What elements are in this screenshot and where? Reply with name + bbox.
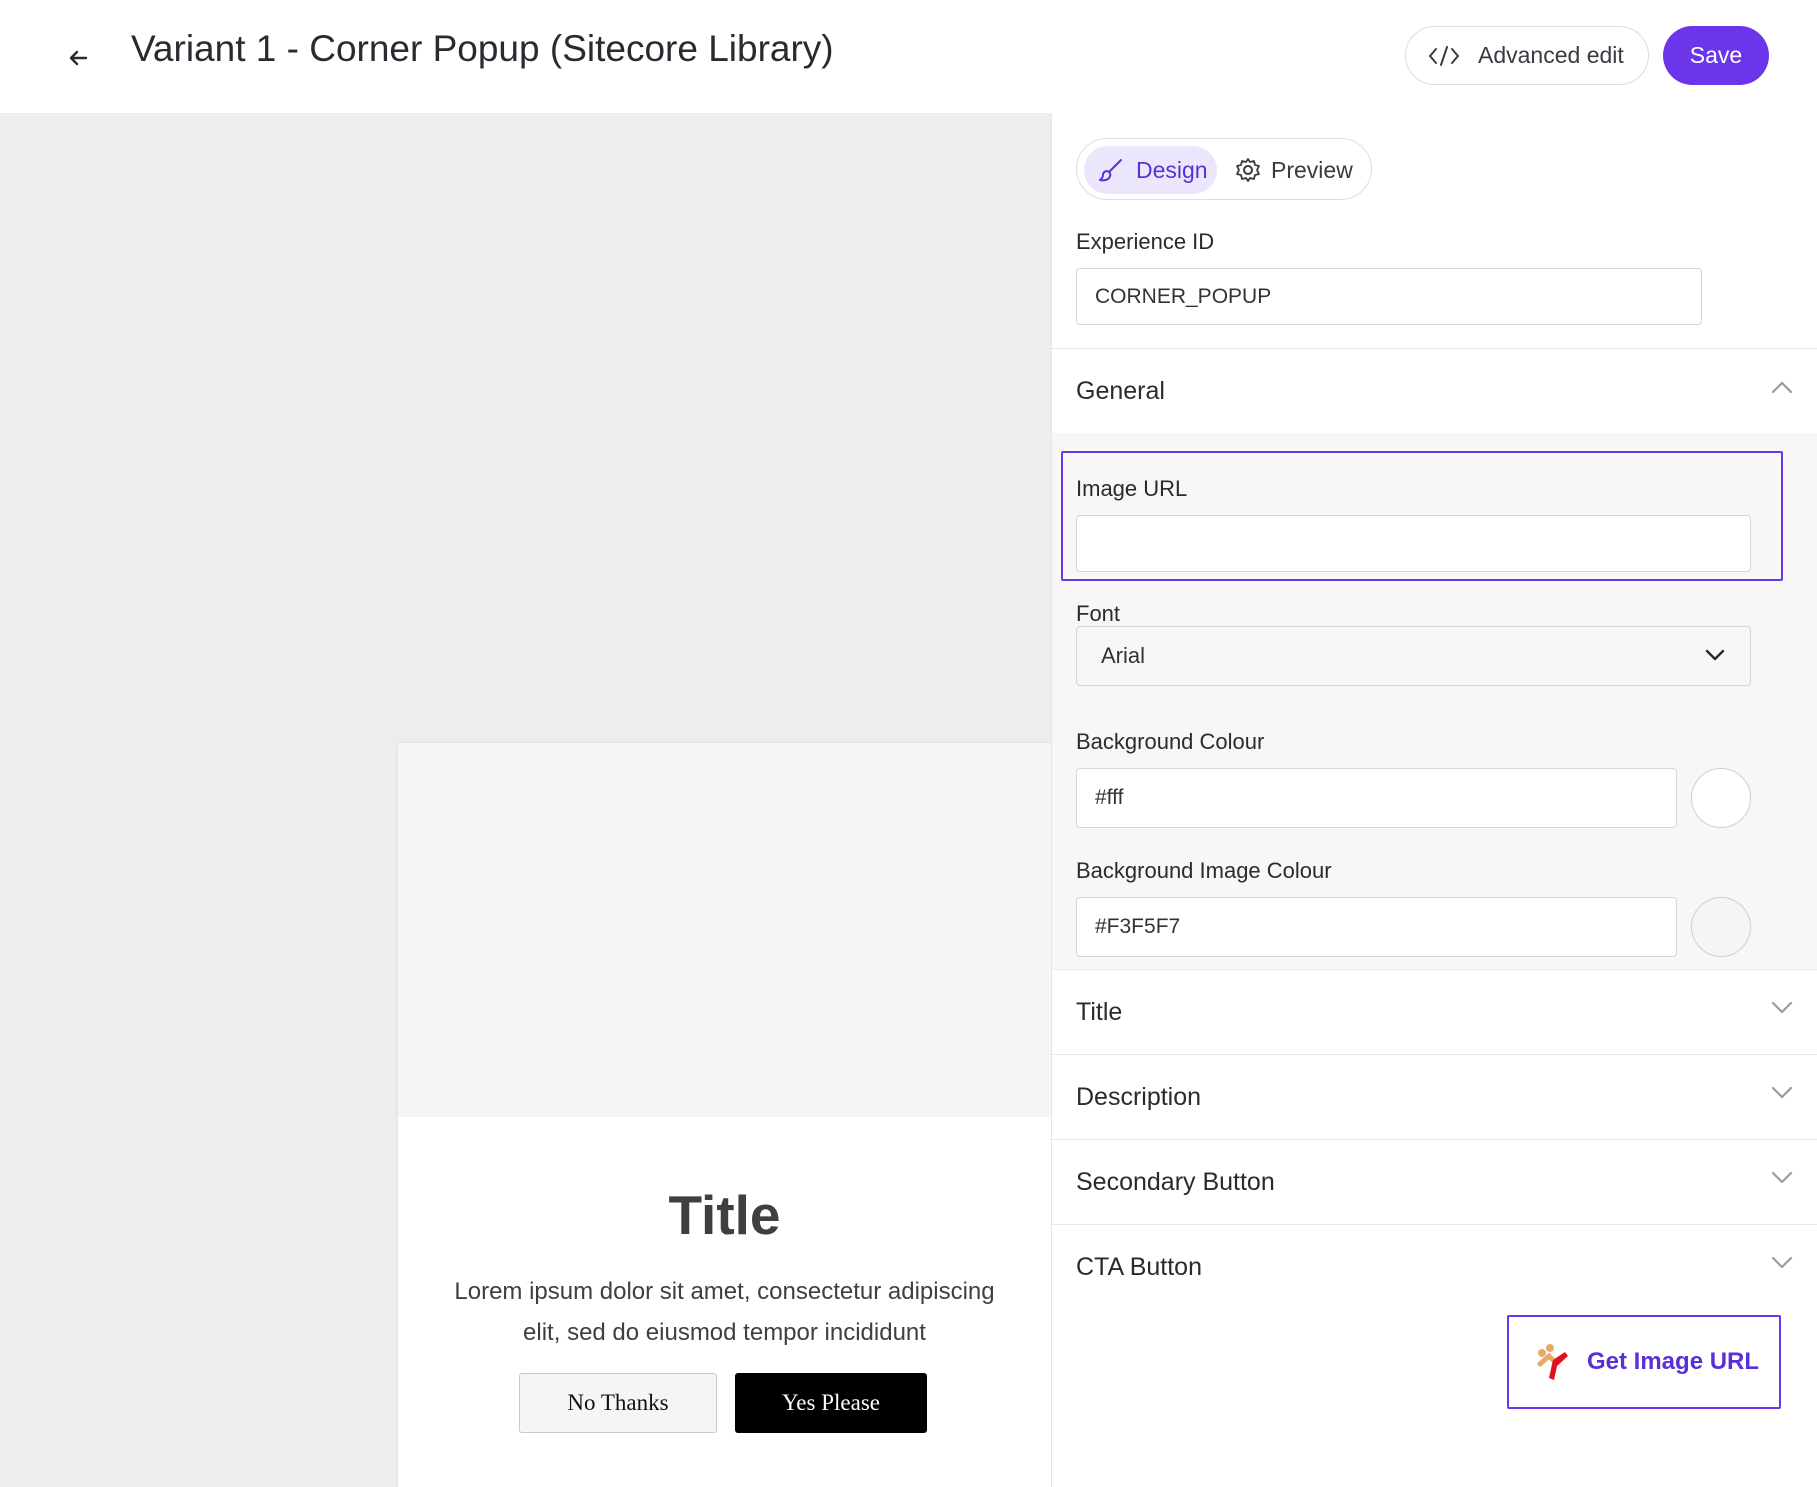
section-description-label: Description	[1076, 1082, 1202, 1111]
chevron-down-icon	[1771, 1001, 1793, 1014]
tab-design[interactable]: Design	[1084, 146, 1217, 194]
background-image-colour-label: Background Image Colour	[1076, 858, 1332, 883]
section-description-header[interactable]: Description	[1052, 1054, 1817, 1139]
font-select-value: Arial	[1101, 643, 1146, 668]
popup-description: Lorem ipsum dolor sit amet, consectetur …	[454, 1278, 995, 1346]
back-button[interactable]	[60, 40, 96, 76]
chevron-down-icon	[1705, 649, 1725, 661]
chevron-up-icon	[1771, 381, 1793, 394]
code-icon	[1429, 45, 1459, 66]
section-general-body: Image URL Font Arial Background Colour #…	[1052, 433, 1817, 969]
section-general-label: General	[1076, 376, 1165, 405]
font-select[interactable]: Arial	[1076, 626, 1751, 686]
section-general-header[interactable]: General	[1052, 348, 1817, 433]
popup-no-thanks-button[interactable]: No Thanks	[519, 1373, 717, 1433]
corner-popup-preview: Title Lorem ipsum dolor sit amet, consec…	[398, 743, 1051, 1487]
page-title: Variant 1 - Corner Popup (Sitecore Libra…	[131, 28, 834, 69]
section-title-header[interactable]: Title	[1052, 969, 1817, 1054]
section-secondary-button-header[interactable]: Secondary Button	[1052, 1139, 1817, 1224]
section-title-label: Title	[1076, 997, 1123, 1026]
background-colour-label: Background Colour	[1076, 729, 1265, 754]
experience-id-label: Experience ID	[1076, 229, 1215, 254]
arrow-left-icon	[69, 50, 88, 66]
experience-id-input[interactable]: CORNER_POPUP	[1076, 268, 1702, 325]
background-image-colour-input[interactable]: #F3F5F7	[1076, 897, 1677, 957]
top-bar: Variant 1 - Corner Popup (Sitecore Libra…	[0, 0, 1817, 113]
save-button[interactable]: Save	[1663, 26, 1769, 85]
background-image-colour-swatch[interactable]	[1691, 897, 1751, 957]
tab-preview-label: Preview	[1271, 156, 1353, 183]
section-secondary-button-label: Secondary Button	[1076, 1167, 1275, 1196]
chevron-down-icon	[1771, 1086, 1793, 1099]
brush-icon	[1099, 159, 1122, 182]
section-cta-button-label: CTA Button	[1076, 1252, 1202, 1281]
editor-panel: Design Preview Experience ID CORNER_POPU…	[1051, 113, 1817, 1487]
section-cta-button-header[interactable]: CTA Button	[1052, 1224, 1817, 1309]
popup-title: Title	[668, 1184, 781, 1246]
image-url-input[interactable]	[1076, 515, 1751, 572]
gear-icon	[1236, 158, 1260, 182]
popup-yes-please-button[interactable]: Yes Please	[735, 1373, 927, 1433]
font-label: Font	[1076, 601, 1121, 626]
get-image-url-button[interactable]: Get Image URL	[1507, 1315, 1781, 1409]
mode-tabs: Design Preview	[1076, 138, 1372, 200]
advanced-edit-label: Advanced edit	[1478, 42, 1624, 68]
chevron-down-icon	[1771, 1171, 1793, 1184]
background-colour-input[interactable]: #fff	[1076, 768, 1677, 828]
popup-image-placeholder	[398, 743, 1051, 1117]
image-url-label: Image URL	[1076, 476, 1188, 501]
get-image-url-label: Get Image URL	[1587, 1348, 1760, 1375]
background-colour-swatch[interactable]	[1691, 768, 1751, 828]
tab-preview[interactable]: Preview	[1235, 146, 1365, 194]
advanced-edit-button[interactable]: Advanced edit	[1405, 26, 1649, 85]
tab-design-label: Design	[1136, 156, 1208, 183]
get-image-url-logo-icon	[1537, 1344, 1568, 1380]
preview-canvas: Title Lorem ipsum dolor sit amet, consec…	[0, 113, 1051, 1487]
chevron-down-icon	[1771, 1256, 1793, 1269]
